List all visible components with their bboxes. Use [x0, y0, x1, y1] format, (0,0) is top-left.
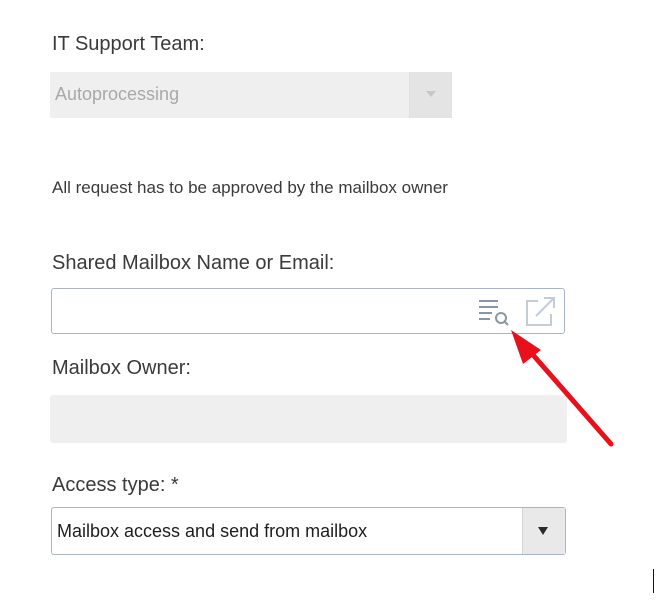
it-support-team-label: IT Support Team: [52, 33, 205, 55]
shared-mailbox-input[interactable] [51, 288, 565, 334]
it-support-team-select[interactable]: Autoprocessing [50, 72, 452, 118]
mailbox-owner-field [50, 395, 567, 443]
it-support-team-dropdown-button[interactable] [409, 72, 452, 118]
access-type-value: Mailbox access and send from mailbox [57, 521, 368, 541]
it-support-team-value: Autoprocessing [55, 84, 180, 104]
access-type-select[interactable]: Mailbox access and send from mailbox [51, 507, 566, 555]
approval-note: All request has to be approved by the ma… [52, 178, 448, 197]
text-cursor [653, 569, 654, 593]
chevron-down-icon [426, 91, 436, 97]
annotation-arrow [511, 330, 614, 447]
access-type-label: Access type: * [52, 474, 179, 496]
caret-down-icon [538, 527, 548, 535]
shared-mailbox-label: Shared Mailbox Name or Email: [52, 252, 335, 274]
mailbox-owner-label: Mailbox Owner: [52, 357, 191, 379]
access-type-dropdown-button[interactable] [522, 508, 565, 554]
